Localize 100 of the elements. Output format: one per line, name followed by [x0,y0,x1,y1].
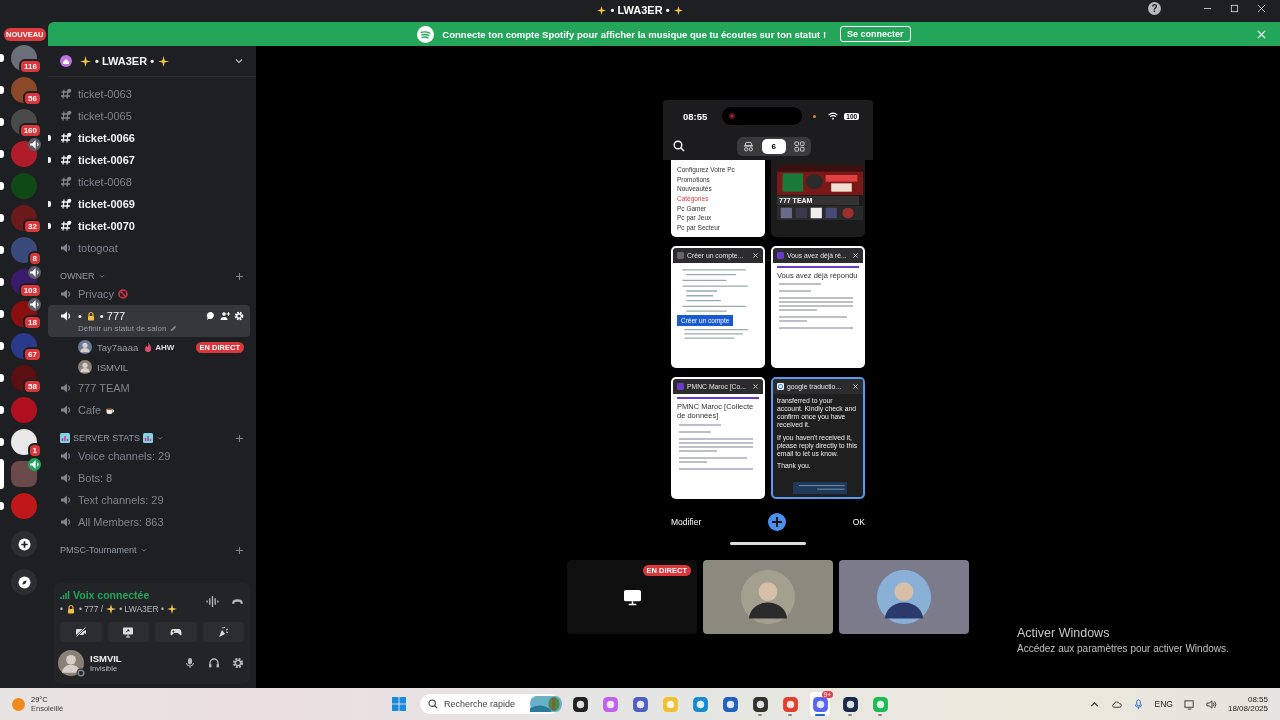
mention-count: 58 [23,379,42,394]
speaker-icon [60,404,72,416]
category-label[interactable]: PMSC-Tournament [60,545,137,555]
channel-item[interactable]: Text channels: 29 [48,489,250,511]
sparkle-icon [158,55,170,67]
speaker-icon [60,288,72,300]
member-name[interactable]: ISMVIL [97,361,129,373]
channel-item[interactable]: ticket-0065 [48,105,250,127]
network-icon[interactable] [1183,698,1195,710]
close-icon[interactable] [1257,4,1266,13]
channel-item[interactable]: ticket-0063 [48,83,250,105]
sparkle-icon [80,55,91,67]
plus-icon[interactable] [235,433,244,443]
camera-dot-icon [813,114,817,118]
search-bar[interactable]: Recherche rapide [420,694,560,714]
channel-item[interactable]: ticket-0070 [48,215,250,237]
microphone-icon[interactable] [184,657,196,669]
close-icon[interactable] [752,383,759,390]
app-icon [571,695,589,713]
channel-item[interactable]: ticket-0069 [48,193,250,215]
waveform-icon[interactable] [206,595,219,608]
hash-icon [60,110,72,122]
ok-button[interactable]: OK [852,517,865,527]
member-name[interactable]: Tay7aaaa [97,341,139,353]
clock-date[interactable]: 18/08/2025 [1227,704,1268,713]
channel-item[interactable]: Cafe [48,399,250,421]
app-icon [781,695,799,713]
channel-name: ticket-0067 [78,154,135,166]
channel-item[interactable]: Privacy [48,283,250,305]
close-icon[interactable] [852,383,859,390]
add-member-icon[interactable] [220,311,230,321]
signal-icon [60,590,70,600]
incognito-icon[interactable] [742,140,754,152]
channel-name: ticket-0066 [78,132,135,144]
channel-item[interactable]: ticket-0067 [48,149,250,171]
channel-item[interactable]: Voice channels: 29 [48,445,250,467]
voice-status: Voix connectée [73,589,150,601]
start-icon[interactable] [392,697,406,711]
user-name: ISMVIL [90,653,123,664]
window-title: • LWA3ER • [610,4,670,16]
speaker-icon [60,242,72,254]
hash-icon [60,220,72,232]
voice-server-name[interactable]: • LWA3ER • [119,604,164,614]
channel-item[interactable]: ticket-0066 [48,127,250,149]
channel-item[interactable]: ticket-0068 [48,171,250,193]
server-icon[interactable] [11,237,37,263]
category-label[interactable]: OWNER [60,271,95,281]
help-button[interactable]: ? [1148,2,1161,15]
server-icon[interactable] [11,429,37,455]
mention-count: 116 [19,59,42,74]
screen-share-button[interactable] [107,622,149,642]
new-tab-button[interactable] [767,513,786,531]
banner-text: Connecte ton compte Spotify pour afficher la musique que tu écoutes sur ton statut ! [442,28,827,40]
channel-item[interactable]: All Members: 863 [48,511,250,533]
clock-time[interactable]: 08:55 [1247,695,1268,704]
speaker-icon [60,310,72,322]
avatar [877,570,931,624]
wifi-icon [828,112,839,120]
discover-button[interactable] [11,569,37,595]
video-tile[interactable] [703,560,833,634]
plus-icon[interactable] [235,271,244,281]
volume-icon[interactable] [1205,698,1217,710]
tab-count-button[interactable]: 6 [761,138,786,154]
activity-button[interactable] [155,622,197,642]
cloud-icon[interactable] [1110,698,1122,710]
speaker-icon [60,494,72,506]
server-icon[interactable] [11,141,37,167]
search-input[interactable]: Recherche rapide [444,699,524,709]
invisible-status-icon [76,668,86,678]
add-server-button[interactable] [11,531,37,557]
voice-channel-link[interactable]: • 777 / [79,604,104,614]
channel-name: ticket-0069 [78,198,135,210]
chat-icon[interactable] [206,311,216,321]
headphones-icon[interactable] [208,657,220,669]
plus-icon[interactable] [235,545,244,555]
channel-item[interactable]: 777 TEAM [48,377,250,399]
soundboard-button[interactable] [202,622,244,642]
server-icon[interactable] [11,461,37,487]
settings-icon[interactable] [232,657,244,669]
server-header[interactable]: • LWA3ER • [48,46,256,77]
search-icon[interactable] [673,140,685,152]
chevron-down-icon [139,546,148,554]
category-label[interactable]: SERVER STATS [73,433,141,443]
channel-item[interactable]: totogoat [48,237,250,259]
language-indicator[interactable]: ENG [1154,699,1173,709]
channel-item[interactable]: • • 777 Définir un statut de salon [48,305,250,337]
channel-name: Voice channels: 29 [78,450,171,462]
channel-status[interactable]: Définir un statut de salon [78,324,167,333]
edit-button[interactable]: Modifier [671,517,702,527]
channel-item[interactable]: Bots: 8 [48,467,250,489]
camera-off-button[interactable] [60,622,102,642]
member-tag: AHW [155,342,175,352]
video-tile[interactable] [839,560,969,634]
app-icon [871,695,889,713]
maximize-icon[interactable] [1230,4,1239,13]
close-icon[interactable] [852,252,859,259]
close-icon[interactable] [752,252,759,259]
grid-icon[interactable] [794,140,805,152]
app-icon [721,695,739,713]
mention-count: 67 [23,347,42,362]
